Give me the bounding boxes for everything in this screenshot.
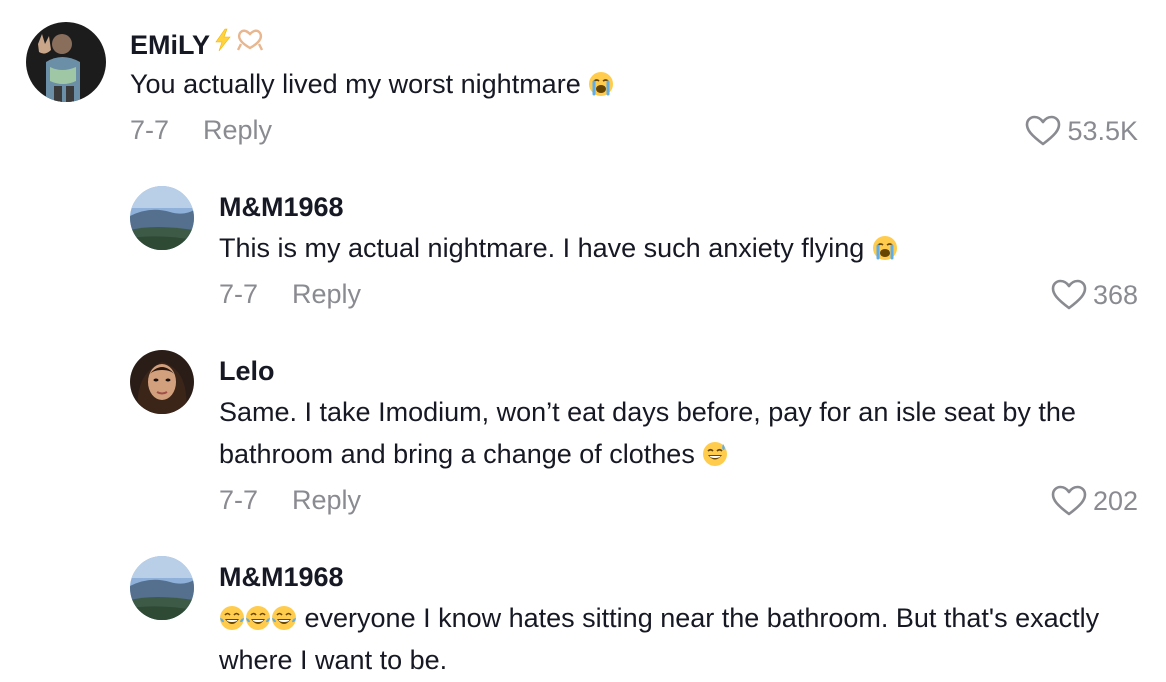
comment-text: everyone I know hates sitting near the b… (219, 597, 1106, 681)
crying-emoji-icon (872, 235, 898, 261)
comment-date: 7-7 (219, 279, 259, 309)
comment-text: This is my actual nightmare. I have such… (219, 227, 1106, 269)
username[interactable]: M&M1968 (219, 192, 344, 222)
comment-item: M&M1968 This is my actual nightmare. I h… (0, 170, 1166, 335)
like-count: 368 (1092, 280, 1138, 310)
comment-meta: 7-7 Reply (219, 485, 361, 515)
like-button[interactable]: 53.5K (1025, 115, 1138, 147)
comment-text-body: Same. I take Imodium, won’t eat days bef… (219, 397, 1076, 469)
comment-text-body: You actually lived my worst nightmare (130, 69, 581, 99)
laughing-emoji-icon (271, 605, 297, 631)
username[interactable]: EMiLY (130, 28, 266, 60)
comment-text-body: This is my actual nightmare. I have such… (219, 233, 865, 263)
username-badges (212, 28, 266, 52)
avatar[interactable] (130, 186, 194, 250)
avatar[interactable] (130, 350, 194, 414)
reply-button[interactable]: Reply (292, 485, 361, 515)
laughing-emoji-icon (219, 605, 245, 631)
avatar[interactable] (130, 556, 194, 620)
heart-outline-icon (1026, 115, 1061, 146)
username[interactable]: Lelo (219, 356, 275, 386)
comment-item: EMiLY You actually lived my worst nightm… (0, 0, 1166, 170)
reply-button[interactable]: Reply (292, 279, 361, 309)
comment-text-body: everyone I know hates sitting near the b… (219, 603, 1100, 675)
username-text: EMiLY (130, 30, 211, 60)
heart-outline-icon (1051, 279, 1087, 310)
sweat-smile-emoji-icon (702, 441, 728, 467)
username[interactable]: M&M1968 (219, 562, 344, 592)
like-count: 53.5K (1067, 116, 1138, 146)
lightning-icon (215, 28, 231, 52)
comment-text: You actually lived my worst nightmare (130, 63, 1106, 105)
comment-date: 7-7 (130, 115, 170, 145)
laughing-emoji-icon (245, 605, 271, 631)
like-count: 202 (1092, 486, 1138, 516)
like-button[interactable]: 368 (1051, 279, 1138, 311)
comment-text: Same. I take Imodium, won’t eat days bef… (219, 391, 1106, 475)
crying-emoji-icon (588, 71, 614, 97)
heart-outline-icon (1051, 485, 1087, 516)
like-button[interactable]: 202 (1051, 485, 1138, 517)
comment-item: Lelo Same. I take Imodium, won’t eat day… (0, 335, 1166, 545)
comment-meta: 7-7 Reply (130, 115, 272, 145)
comment-item: M&M1968 everyone I know hates sitting ne… (0, 545, 1166, 682)
comment-date: 7-7 (219, 485, 259, 515)
avatar[interactable] (26, 22, 106, 102)
heart-hands-icon (236, 29, 264, 51)
comment-meta: 7-7 Reply (219, 279, 361, 309)
reply-button[interactable]: Reply (203, 115, 272, 145)
